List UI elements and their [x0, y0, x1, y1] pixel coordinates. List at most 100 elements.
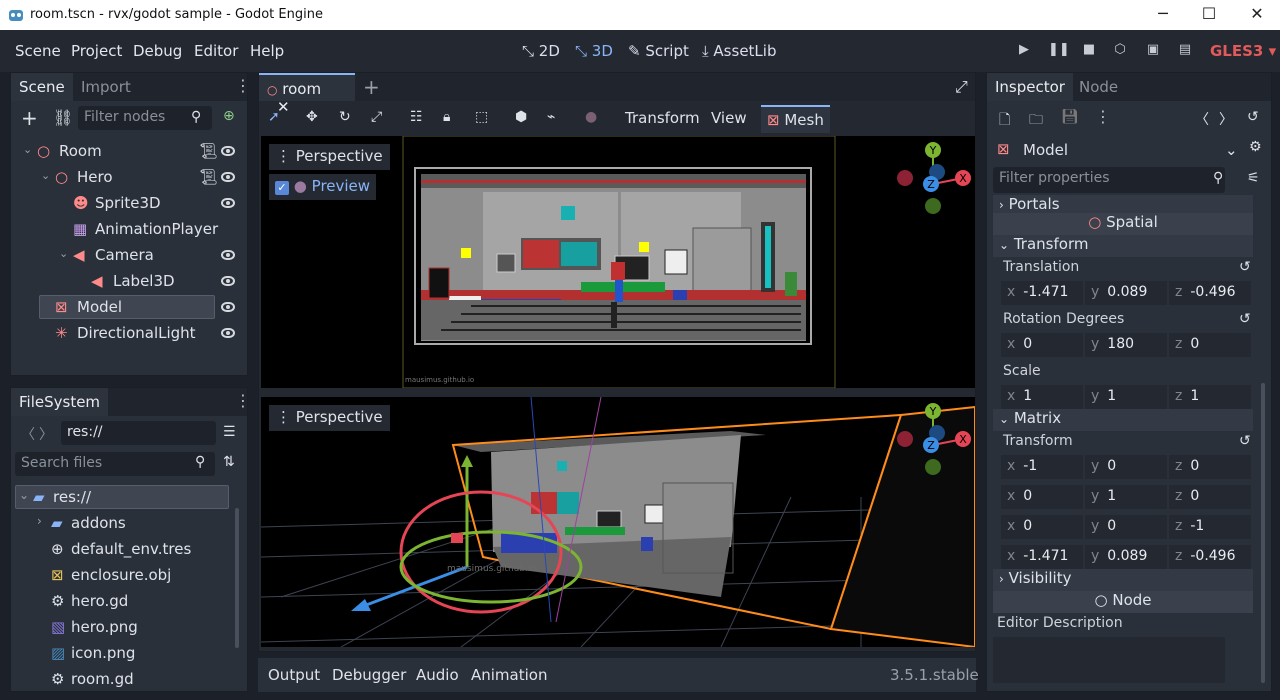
close-window-button[interactable]: ✕ [1242, 4, 1272, 23]
object-selector[interactable]: ⊠ Model ⌄ [993, 137, 1247, 163]
scale-tool-icon[interactable]: ⤢ [371, 109, 382, 125]
tab-room[interactable]: ○ room ✕ [259, 73, 355, 116]
maximize-button[interactable]: ☐ [1194, 4, 1224, 23]
matrix-1-y-field[interactable]: y1 [1085, 485, 1167, 509]
matrix-3-x-field[interactable]: x -1.471 [1001, 545, 1083, 569]
add-node-icon[interactable]: + [21, 106, 38, 130]
matrix-1-z-field[interactable]: z0 [1169, 485, 1251, 509]
tab-scene[interactable]: Scene [11, 73, 73, 101]
perspective-menu-bottom[interactable]: ⋮ Perspective [269, 405, 390, 431]
matrix-2-y-field[interactable]: y0 [1085, 515, 1167, 539]
section-transform[interactable]: ⌄ Transform [993, 235, 1253, 257]
filter-properties-input[interactable]: Filter properties [993, 167, 1225, 193]
translation-y-field[interactable]: y 0.089 [1085, 281, 1167, 305]
rotate-tool-icon[interactable]: ↻ [339, 109, 351, 125]
history-forward-icon[interactable]: 〉 [1219, 109, 1233, 129]
stop-icon[interactable]: ■ [1081, 42, 1097, 58]
tab-filesystem[interactable]: FileSystem [11, 388, 109, 416]
visibility-eye-icon[interactable] [221, 172, 235, 182]
axis-gizmo-bottom[interactable]: Y X Z [891, 401, 975, 481]
more-menu-icon[interactable]: ⋮ [235, 76, 251, 95]
pause-icon[interactable]: ❚❚ [1048, 42, 1070, 58]
play-icon[interactable]: ▶ [1016, 42, 1032, 58]
chevron-down-icon[interactable]: ⌄ [41, 169, 50, 182]
chevron-right-icon[interactable]: › [37, 514, 42, 528]
tab-node[interactable]: Node [1071, 73, 1126, 101]
translation-z-field[interactable]: z -0.496 [1169, 281, 1251, 305]
play-scene-icon[interactable]: ▣ [1145, 42, 1161, 58]
scale-z-field[interactable]: z1 [1169, 385, 1251, 409]
tab-inspector[interactable]: Inspector [987, 73, 1073, 101]
chevron-down-icon[interactable]: ⌄ [59, 247, 68, 260]
fs-item[interactable]: ⚙ room.gd [15, 667, 235, 693]
move-tool-icon[interactable]: ✥ [306, 109, 318, 125]
group-icon[interactable]: ⬚ [475, 109, 488, 125]
local-space-icon[interactable]: ⬢ [515, 109, 527, 125]
split-view-icon[interactable]: ☰ [223, 424, 236, 440]
forward-icon[interactable]: 〉 [39, 424, 53, 444]
instance-scene-icon[interactable]: ⊕ [223, 108, 235, 124]
fs-item[interactable]: › ▰ addons [15, 511, 235, 537]
mesh-menu[interactable]: ⊠ Mesh [761, 105, 830, 133]
more-menu-icon[interactable]: ⋮ [1095, 107, 1111, 126]
perspective-menu-top[interactable]: ⋮ Perspective [269, 144, 390, 170]
scrollbar[interactable] [235, 508, 239, 648]
transform-menu[interactable]: Transform [625, 109, 700, 127]
matrix-0-z-field[interactable]: z0 [1169, 455, 1251, 479]
script-icon[interactable]: 📜︎ [199, 142, 218, 160]
visibility-eye-icon[interactable] [221, 276, 235, 286]
section-visibility[interactable]: › Visibility [993, 569, 1253, 591]
property-settings-icon[interactable]: ⚟ [1247, 170, 1260, 186]
menu-help[interactable]: Help [250, 42, 284, 60]
more-menu-icon[interactable]: ⋮ [235, 391, 251, 410]
visibility-eye-icon[interactable] [221, 328, 235, 338]
revert-icon[interactable]: ↺ [1239, 311, 1251, 327]
add-tab-icon[interactable]: + [363, 75, 380, 99]
lock-icon[interactable]: 🔒︎ [443, 109, 450, 125]
camera-override-icon[interactable]: ● [585, 109, 597, 125]
translation-x-field[interactable]: x -1.471 [1001, 281, 1083, 305]
preview-toggle[interactable]: ✓ ● Preview [269, 174, 377, 200]
visibility-eye-icon[interactable] [221, 302, 235, 312]
back-icon[interactable]: 〈 [21, 424, 35, 444]
tab-debugger[interactable]: Debugger [332, 666, 406, 684]
play-custom-icon[interactable]: ▤ [1177, 42, 1193, 58]
snap-icon[interactable]: ⌁ [547, 109, 555, 125]
visibility-eye-icon[interactable] [221, 146, 235, 156]
viewport-top[interactable]: mausimus.github.io ⋮ Perspective ✓ ● Pre… [261, 136, 975, 388]
matrix-0-x-field[interactable]: x -1 [1001, 455, 1083, 479]
rotation-y-field[interactable]: y 180 [1085, 333, 1167, 357]
menu-debug[interactable]: Debug [133, 42, 182, 60]
mode-script-button[interactable]: ✎ Script [628, 42, 689, 60]
viewport-bottom[interactable]: mausimus.github.io ⋮ Perspective Y X Z [261, 397, 975, 647]
script-icon[interactable]: 📜︎ [199, 168, 218, 186]
rotation-z-field[interactable]: z0 [1169, 333, 1251, 357]
rotation-x-field[interactable]: x0 [1001, 333, 1083, 357]
mode-3d-button[interactable]: ⤡ 3D [575, 42, 613, 60]
history-icon[interactable]: ↺ [1247, 109, 1259, 125]
view-menu[interactable]: View [711, 109, 747, 127]
section-matrix[interactable]: ⌄ Matrix [993, 409, 1253, 431]
list-select-icon[interactable]: ☷ [410, 109, 423, 125]
fs-item[interactable]: ▧ hero.png [15, 615, 235, 641]
inspector-scrollbar[interactable] [1261, 383, 1265, 683]
tab-animation[interactable]: Animation [471, 666, 547, 684]
renderer-selector[interactable]: GLES3 ▾ [1210, 42, 1276, 60]
select-tool-icon[interactable]: ➚ [268, 109, 280, 125]
tab-import[interactable]: Import [73, 73, 139, 101]
revert-icon[interactable]: ↺ [1239, 433, 1251, 449]
html5-icon[interactable]: ⬡ [1112, 42, 1128, 58]
matrix-3-z-field[interactable]: z -0.496 [1169, 545, 1251, 569]
scene-node-directionallight[interactable]: ✳ DirectionalLight [15, 321, 245, 347]
matrix-2-x-field[interactable]: x0 [1001, 515, 1083, 539]
object-properties-icon[interactable]: ⚙ [1249, 139, 1262, 155]
scene-node-camera[interactable]: ⌄ ◀ Camera [15, 243, 245, 269]
scene-node-animationplayer[interactable]: ▦ AnimationPlayer [15, 217, 245, 243]
matrix-3-y-field[interactable]: y 0.089 [1085, 545, 1167, 569]
visibility-eye-icon[interactable] [221, 198, 235, 208]
menu-editor[interactable]: Editor [194, 42, 238, 60]
fs-item[interactable]: ⊠ enclosure.obj [15, 563, 235, 589]
new-resource-icon[interactable]: 🗋︎ [999, 109, 1010, 133]
axis-gizmo-top[interactable]: Y X Z [891, 140, 975, 220]
mode-2d-button[interactable]: ⤡ 2D [522, 42, 560, 60]
